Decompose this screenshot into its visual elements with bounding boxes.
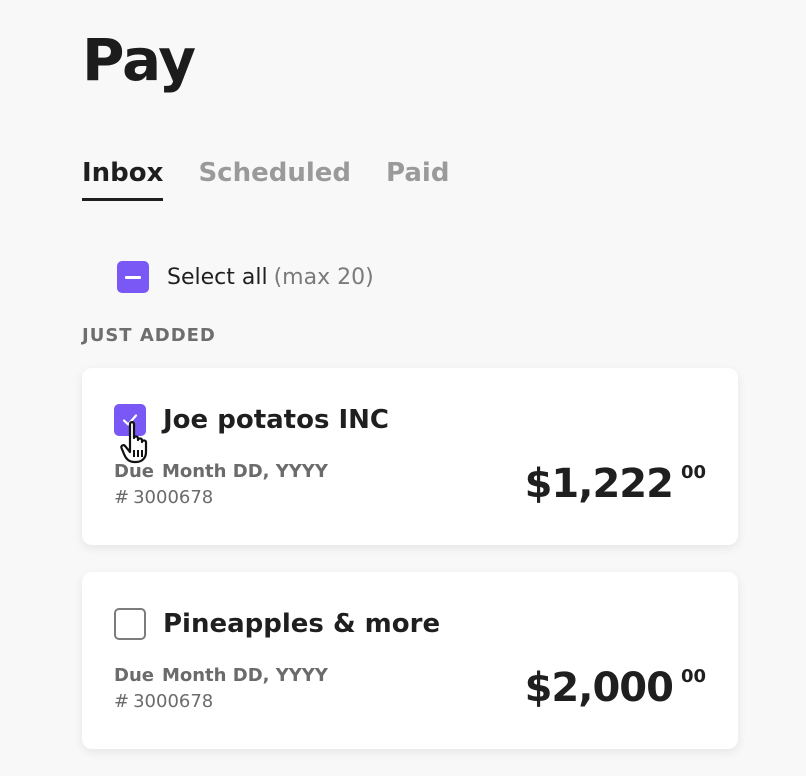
bill-due-date: Month DD, YYYY bbox=[161, 461, 328, 482]
bill-amount-cents: 00 bbox=[680, 666, 706, 687]
bill-number-row: # 3000678 bbox=[114, 690, 213, 714]
select-all-label: Select all bbox=[167, 264, 268, 290]
bill-card[interactable]: Pineapples & more Due Month DD, YYYY # 3… bbox=[82, 572, 738, 749]
bill-amount-dollars: $2,000 bbox=[524, 665, 674, 711]
bill-number-prefix: # bbox=[114, 691, 130, 712]
bill-number: 3000678 bbox=[133, 487, 214, 508]
bill-number-prefix: # bbox=[114, 487, 130, 508]
page-title: Pay bbox=[82, 26, 196, 94]
bill-amount-dollars: $1,222 bbox=[524, 461, 674, 507]
tab-paid[interactable]: Paid bbox=[386, 155, 449, 203]
bill-due-label: Due bbox=[114, 665, 154, 686]
checkmark-icon bbox=[122, 414, 138, 426]
select-all-hint: (max 20) bbox=[273, 264, 374, 290]
bill-card[interactable]: Joe potatos INC Due Month DD, YYYY # 300… bbox=[82, 368, 738, 545]
bill-checkbox-checked[interactable] bbox=[114, 404, 146, 436]
select-all-control[interactable]: Select all (max 20) bbox=[117, 261, 374, 293]
tab-inbox[interactable]: Inbox bbox=[82, 155, 164, 203]
bill-amount: $1,222 00 bbox=[525, 460, 706, 508]
select-all-checkbox[interactable] bbox=[117, 261, 149, 293]
bill-amount: $2,000 00 bbox=[525, 664, 706, 712]
bill-checkbox-unchecked[interactable] bbox=[114, 608, 146, 640]
bill-due-date: Month DD, YYYY bbox=[161, 665, 328, 686]
bill-due-row: Due Month DD, YYYY bbox=[114, 664, 328, 688]
minus-icon bbox=[125, 275, 141, 279]
tab-bar: Inbox Scheduled Paid bbox=[82, 155, 484, 203]
bill-due-row: Due Month DD, YYYY bbox=[114, 460, 328, 484]
bill-number-row: # 3000678 bbox=[114, 486, 213, 510]
bill-payee-name: Pineapples & more bbox=[163, 609, 441, 639]
tab-scheduled[interactable]: Scheduled bbox=[198, 155, 351, 203]
bill-amount-cents: 00 bbox=[680, 462, 706, 483]
bill-due-label: Due bbox=[114, 461, 154, 482]
section-label-just-added: JUST ADDED bbox=[82, 325, 216, 346]
bill-payee-name: Joe potatos INC bbox=[163, 405, 390, 435]
bill-number: 3000678 bbox=[133, 691, 214, 712]
